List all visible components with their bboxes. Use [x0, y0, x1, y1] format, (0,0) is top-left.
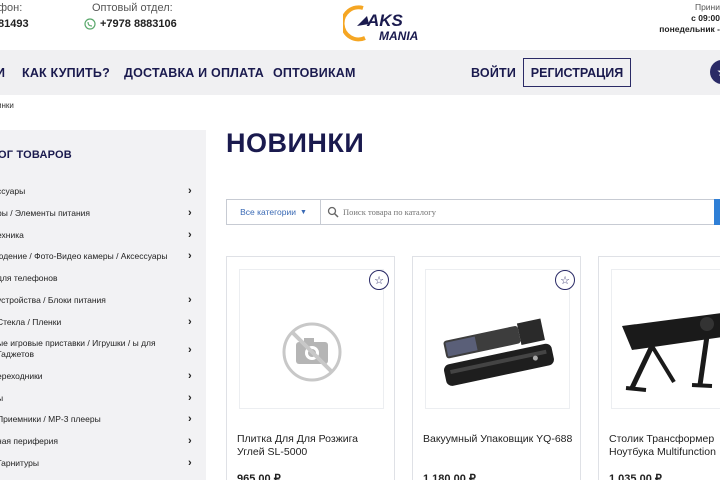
catalog-sidebar: ОГ ТОВАРОВ ссуары › ры / Элементы питания…	[0, 130, 206, 480]
hours-days: понедельник -	[659, 24, 720, 34]
category-label: ры / Элементы питания	[0, 208, 90, 218]
site-logo[interactable]: AKS MANIA	[343, 2, 443, 46]
product-image[interactable]	[611, 269, 720, 409]
category-label: юдение / Фото-Видео камеры / Аксессуары	[0, 251, 168, 261]
hours-accept: Прини	[694, 2, 720, 12]
logo-text-bottom: MANIA	[379, 29, 418, 43]
wholesale-phone[interactable]: +7978 8883106	[84, 18, 177, 30]
product-card[interactable]: Столик Трансформер Ноутбука Multifunctio…	[598, 256, 720, 480]
category-label: ная периферия	[0, 436, 58, 446]
nav-item-wholesale[interactable]: ОПТОВИКАМ	[273, 66, 356, 80]
favorite-star-icon[interactable]: ☆	[369, 270, 389, 290]
category-label: устройства / Блоки питания	[0, 295, 106, 305]
product-card[interactable]: ☆ Вакуумный Упаковщик YQ-688 1 180,00 ₽	[412, 256, 581, 480]
chevron-right-icon: ›	[188, 457, 192, 469]
chevron-right-icon: ›	[188, 185, 192, 197]
chevron-right-icon: ›	[188, 370, 192, 382]
wholesale-label: Оптовый отдел:	[92, 2, 173, 14]
product-name[interactable]: Вакуумный Упаковщик YQ-688	[423, 433, 573, 446]
product-price: 965,00 ₽	[237, 473, 281, 480]
product-name[interactable]: Столик Трансформер Ноутбука Multifunctio…	[609, 433, 720, 459]
phone-number[interactable]: 81493	[0, 18, 29, 30]
chevron-right-icon: ›	[188, 316, 192, 328]
chevron-right-icon: ›	[188, 344, 192, 356]
login-link[interactable]: ВОЙТИ	[471, 66, 516, 80]
product-name[interactable]: Плитка Для Для Розжига Углей SL-5000	[237, 433, 387, 459]
search-icon	[327, 206, 339, 218]
search-bar: Все категории ▼	[226, 199, 720, 225]
chevron-right-icon: ›	[188, 392, 192, 404]
product-card[interactable]: ☆ Плитка Для Для Розжига Углей SL-5000 9…	[226, 256, 395, 480]
nav-item-main[interactable]: И	[0, 66, 5, 80]
category-select-value: Все категории	[240, 207, 296, 217]
chevron-right-icon: ›	[188, 413, 192, 425]
laptop-table-image	[622, 313, 720, 392]
product-image[interactable]	[239, 269, 384, 409]
category-label: ереходники	[0, 371, 43, 381]
working-hours: Прини с 09:00 понедельник -	[659, 2, 720, 35]
chevron-right-icon: ›	[188, 207, 192, 219]
breadcrumb[interactable]: инки	[0, 101, 14, 110]
top-header: фон: 81493 Оптовый отдел: +7978 8883106 …	[0, 0, 720, 50]
phone-label: фон:	[0, 2, 23, 14]
category-label: Стекла / Пленки	[0, 317, 62, 327]
category-label: для телефонов	[0, 273, 58, 283]
hours-time: с 09:00	[691, 13, 720, 23]
category-select[interactable]: Все категории ▼	[227, 200, 321, 224]
product-image[interactable]	[425, 269, 570, 409]
nav-item-delivery[interactable]: ДОСТАВКА И ОПЛАТА	[124, 66, 264, 80]
category-label: Приемники / MP-3 плееры	[0, 414, 101, 424]
product-price: 1 180,00 ₽	[423, 473, 476, 480]
product-price: 1 035,00 ₽	[609, 473, 662, 480]
wholesale-phone-number: +7978 8883106	[100, 18, 177, 30]
category-label: ссуары	[0, 186, 26, 196]
search-input[interactable]	[343, 200, 703, 224]
nav-item-how-to-buy[interactable]: КАК КУПИТЬ?	[22, 66, 110, 80]
no-photo-icon	[282, 322, 342, 382]
category-label: ые игровые приставки / Игрушки / ы для Г…	[0, 338, 156, 359]
register-button[interactable]: РЕГИСТРАЦИЯ	[523, 58, 631, 87]
main-nav: И КАК КУПИТЬ? ДОСТАВКА И ОПЛАТА ОПТОВИКА…	[0, 50, 720, 95]
page-title: НОВИНКИ	[226, 128, 365, 158]
favorite-star-icon[interactable]: ☆	[555, 270, 575, 290]
chevron-right-icon: ›	[188, 250, 192, 262]
logo-text-top: AKS	[366, 11, 404, 30]
chevron-right-icon: ›	[188, 229, 192, 241]
category-label: ы	[0, 393, 4, 403]
vacuum-sealer-image	[443, 318, 554, 386]
category-label: Гарнитуры	[0, 458, 40, 468]
caret-down-icon: ▼	[299, 208, 307, 216]
chevron-right-icon: ›	[188, 435, 192, 447]
search-button[interactable]	[714, 199, 720, 225]
category-label: ехника	[0, 230, 24, 240]
viber-icon	[84, 18, 96, 30]
page: фон: 81493 Оптовый отдел: +7978 8883106 …	[0, 0, 720, 480]
sidebar-title: ОГ ТОВАРОВ	[0, 149, 72, 161]
chevron-right-icon: ›	[188, 294, 192, 306]
